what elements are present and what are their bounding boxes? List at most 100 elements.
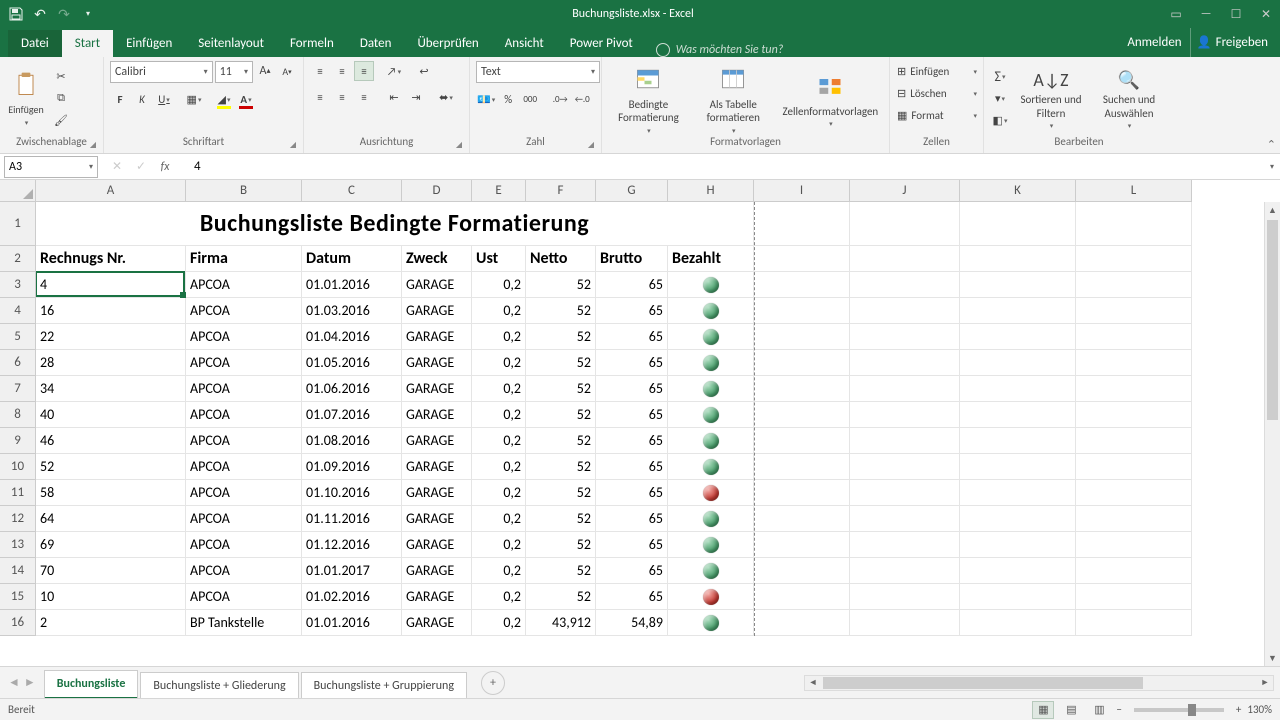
format-cells-button[interactable]: ▦Format▾ <box>896 105 978 125</box>
cell[interactable] <box>1076 376 1192 402</box>
cell[interactable]: 40 <box>36 402 186 428</box>
cut-button[interactable]: ✂ <box>50 66 72 86</box>
column-header[interactable]: L <box>1076 180 1192 202</box>
bold-button[interactable]: F <box>110 89 130 109</box>
cell[interactable]: Rechnugs Nr. <box>36 246 186 272</box>
fx-icon[interactable]: fx <box>154 157 176 177</box>
cell[interactable]: GARAGE <box>402 324 472 350</box>
row-header[interactable]: 1 <box>0 202 36 246</box>
tab-seitenlayout[interactable]: Seitenlayout <box>185 30 277 57</box>
dialog-launcher-icon[interactable]: ◢ <box>287 139 299 151</box>
currency-button[interactable]: 💶▾ <box>476 89 496 109</box>
decrease-indent-button[interactable]: ⇤ <box>384 87 404 107</box>
cell[interactable]: Bezahlt <box>668 246 754 272</box>
page-layout-view-button[interactable]: ▤ <box>1060 701 1082 719</box>
cell[interactable] <box>850 324 960 350</box>
expand-formula-icon[interactable]: ▾ <box>1264 162 1280 172</box>
cell[interactable] <box>668 480 754 506</box>
merge-button[interactable]: ⬌▾ <box>436 87 456 107</box>
cell[interactable] <box>668 428 754 454</box>
cell[interactable] <box>1076 558 1192 584</box>
dialog-launcher-icon[interactable]: ◢ <box>585 139 597 151</box>
cell[interactable]: 16 <box>36 298 186 324</box>
cell[interactable] <box>754 532 850 558</box>
select-all-corner[interactable] <box>0 180 36 202</box>
cell[interactable]: 52 <box>526 532 596 558</box>
tab-ueberpruefen[interactable]: Überprüfen <box>404 30 491 57</box>
cell[interactable] <box>960 272 1076 298</box>
cell[interactable]: 01.03.2016 <box>302 298 402 324</box>
cell[interactable]: GARAGE <box>402 558 472 584</box>
cell[interactable]: 01.11.2016 <box>302 506 402 532</box>
cell[interactable]: 01.02.2016 <box>302 584 402 610</box>
freigeben-button[interactable]: 👤 Freigeben <box>1190 28 1274 57</box>
clear-button[interactable]: ◧▾ <box>990 110 1010 130</box>
cell[interactable] <box>754 506 850 532</box>
cell[interactable] <box>1076 584 1192 610</box>
tab-ansicht[interactable]: Ansicht <box>492 30 557 57</box>
cell[interactable]: 0,2 <box>472 298 526 324</box>
cell[interactable]: Brutto <box>596 246 668 272</box>
cell[interactable]: GARAGE <box>402 610 472 636</box>
cell[interactable] <box>1076 506 1192 532</box>
tab-formeln[interactable]: Formeln <box>277 30 347 57</box>
scroll-left-icon[interactable]: ◄ <box>805 677 821 688</box>
zoom-out-button[interactable]: − <box>1116 703 1121 716</box>
cell[interactable] <box>668 532 754 558</box>
scroll-thumb[interactable] <box>1267 220 1278 420</box>
horizontal-scrollbar[interactable]: ◄ ► <box>804 675 1274 691</box>
cell[interactable] <box>1076 480 1192 506</box>
cell[interactable]: GARAGE <box>402 350 472 376</box>
cell[interactable]: 52 <box>36 454 186 480</box>
cell[interactable] <box>1076 454 1192 480</box>
row-header[interactable]: 3 <box>0 272 36 298</box>
cell[interactable]: 0,2 <box>472 558 526 584</box>
vertical-scrollbar[interactable]: ▲ ▼ <box>1264 202 1280 666</box>
zoom-in-button[interactable]: + <box>1236 703 1241 716</box>
font-color-button[interactable]: A▾ <box>236 89 256 109</box>
cell[interactable]: 0,2 <box>472 610 526 636</box>
cell[interactable]: 01.08.2016 <box>302 428 402 454</box>
cell[interactable]: APCOA <box>186 298 302 324</box>
wrap-text-button[interactable]: ↩ <box>414 61 434 81</box>
cell[interactable] <box>850 454 960 480</box>
fill-button[interactable]: ▾▾ <box>990 88 1010 108</box>
row-header[interactable]: 10 <box>0 454 36 480</box>
cell[interactable] <box>668 376 754 402</box>
cell[interactable]: 52 <box>526 376 596 402</box>
cell[interactable] <box>754 350 850 376</box>
font-size-select[interactable]: 11▾ <box>215 61 253 83</box>
cell[interactable] <box>960 558 1076 584</box>
cell[interactable] <box>960 298 1076 324</box>
italic-button[interactable]: K <box>132 89 152 109</box>
fill-color-button[interactable]: ◢▾ <box>214 89 234 109</box>
cell[interactable]: 65 <box>596 532 668 558</box>
cell[interactable]: GARAGE <box>402 402 472 428</box>
accept-formula-icon[interactable]: ✓ <box>130 157 152 177</box>
cell[interactable]: 0,2 <box>472 480 526 506</box>
cell[interactable] <box>754 558 850 584</box>
insert-cells-button[interactable]: ⊞Einfügen▾ <box>896 61 978 81</box>
cell[interactable]: 52 <box>526 324 596 350</box>
grow-font-button[interactable]: A▴ <box>255 61 275 81</box>
cell[interactable]: 70 <box>36 558 186 584</box>
cell[interactable] <box>850 202 960 246</box>
cell[interactable] <box>1076 350 1192 376</box>
cell[interactable]: 52 <box>526 506 596 532</box>
cell[interactable] <box>960 610 1076 636</box>
cell[interactable] <box>960 506 1076 532</box>
cell[interactable] <box>754 246 850 272</box>
paste-button[interactable]: Einfügen ▾ <box>6 68 46 128</box>
cell[interactable] <box>850 246 960 272</box>
underline-button[interactable]: U▾ <box>154 89 174 109</box>
minimize-icon[interactable]: — <box>1192 3 1220 25</box>
cell[interactable]: 01.04.2016 <box>302 324 402 350</box>
cell[interactable] <box>668 506 754 532</box>
cell[interactable] <box>668 584 754 610</box>
cell[interactable] <box>1076 202 1192 246</box>
find-select-button[interactable]: 🔍 Suchen und Auswählen▾ <box>1092 62 1166 134</box>
cell[interactable] <box>754 428 850 454</box>
cell[interactable]: 22 <box>36 324 186 350</box>
cell[interactable]: 52 <box>526 584 596 610</box>
cell[interactable] <box>850 584 960 610</box>
